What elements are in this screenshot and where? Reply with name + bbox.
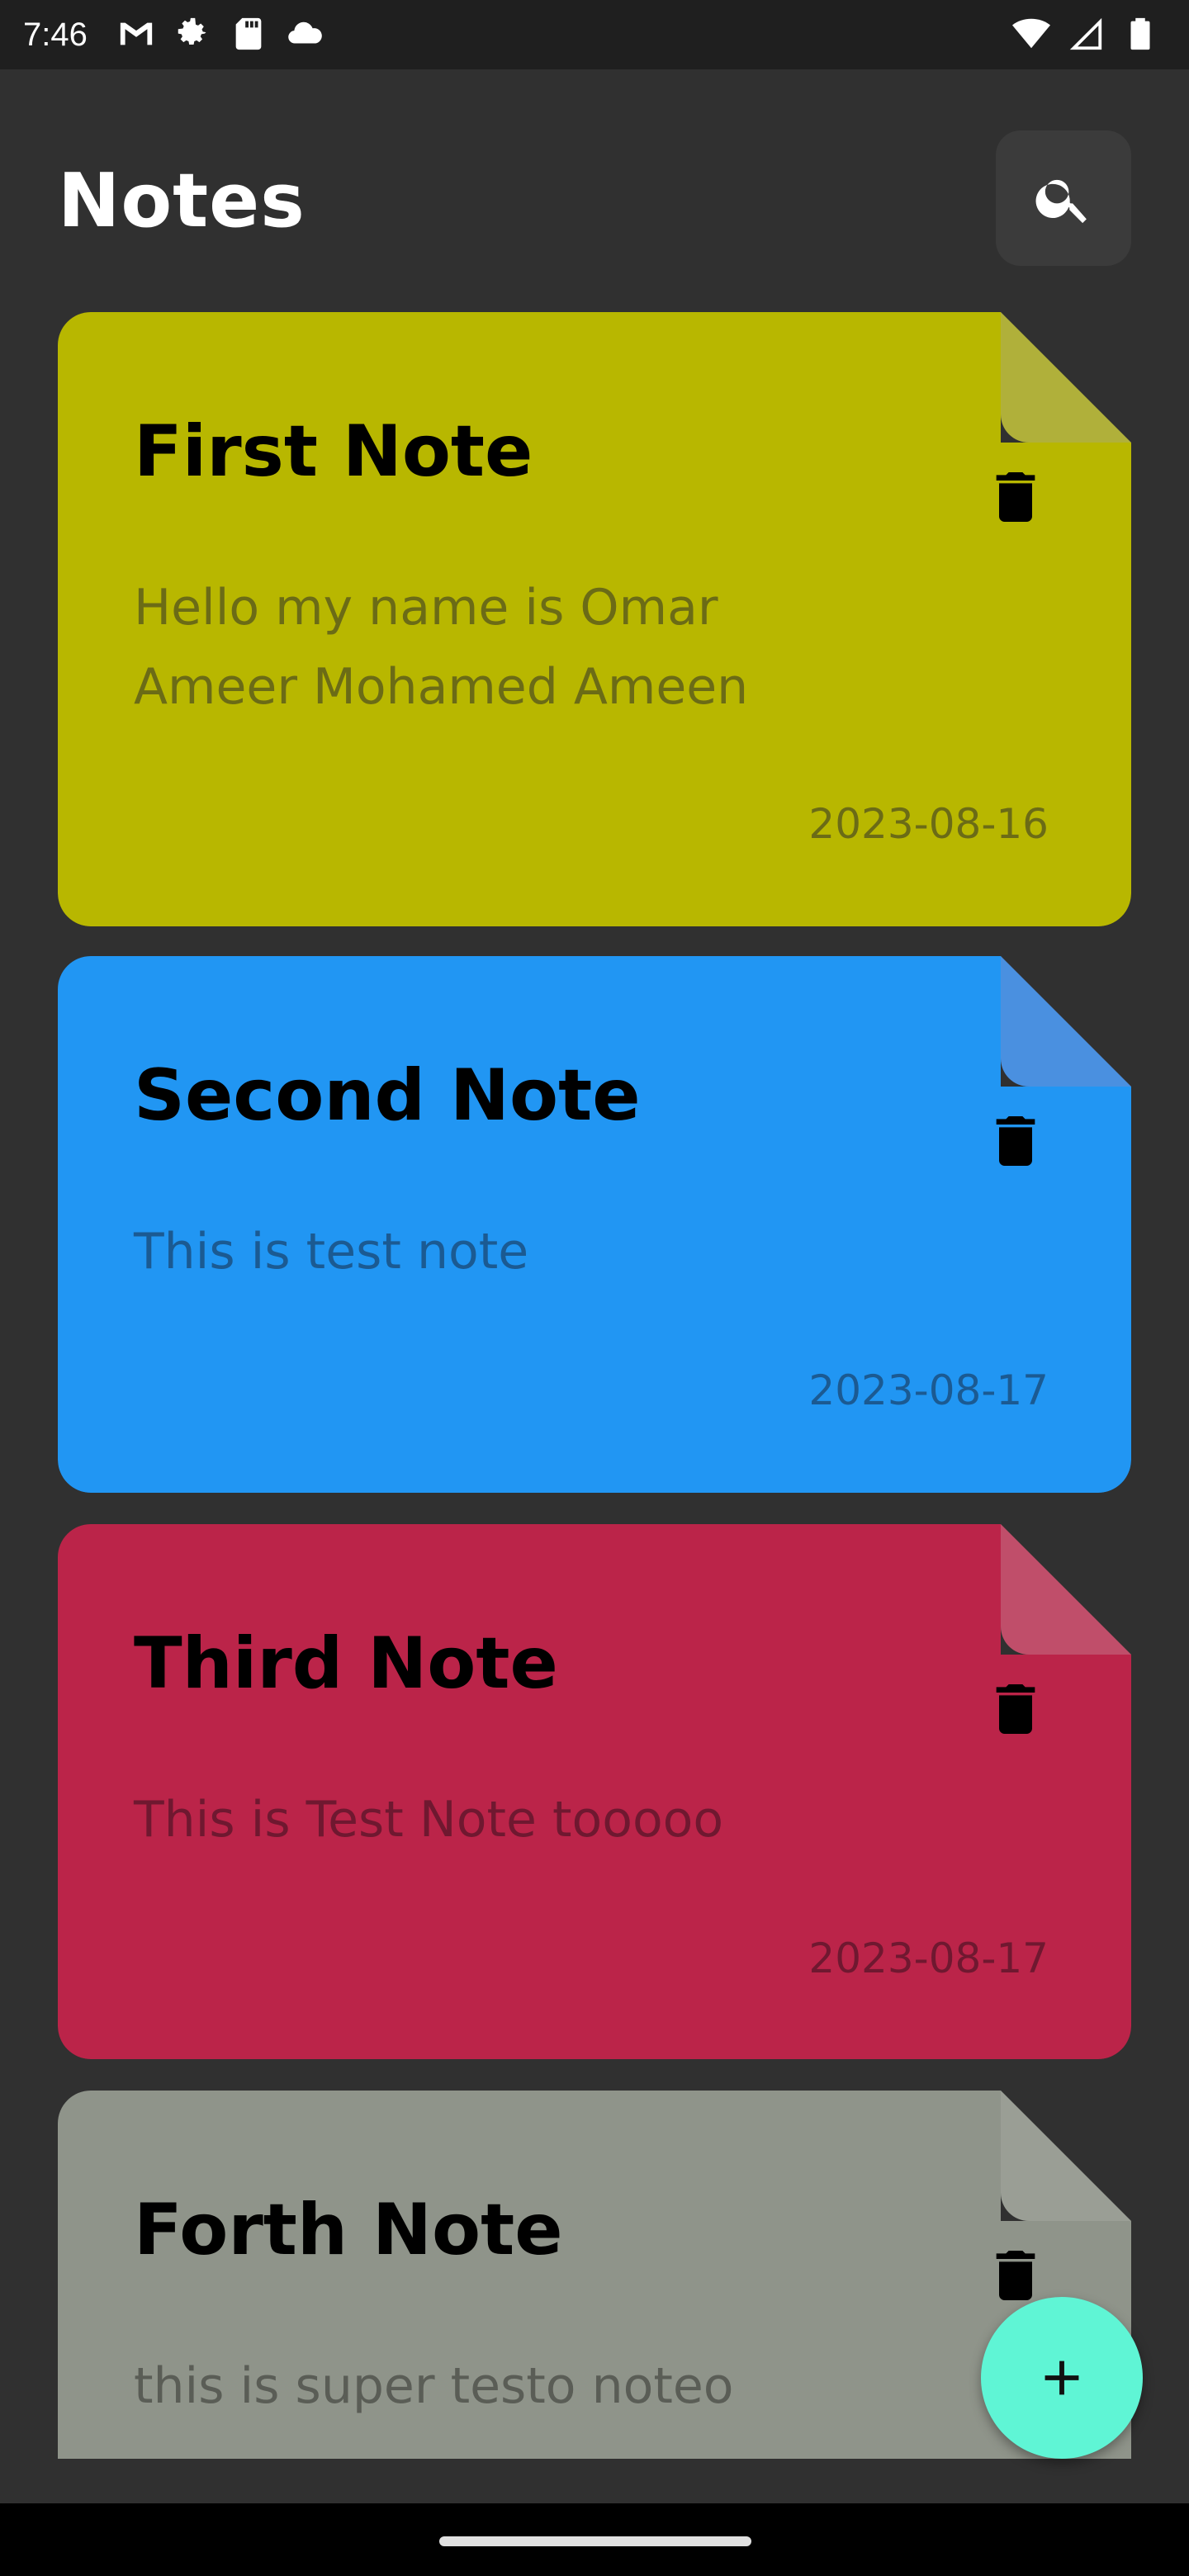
note-card[interactable]: Second Note This is test note 2023-08-17 — [58, 956, 1131, 1493]
status-icons-left — [116, 13, 325, 54]
sd-card-icon — [228, 13, 269, 54]
note-title: Third Note — [134, 1622, 558, 1705]
page-title: Notes — [58, 158, 306, 244]
note-card[interactable]: Third Note This is Test Note tooooo 2023… — [58, 1524, 1131, 2059]
trash-icon — [996, 472, 1035, 522]
note-card[interactable]: First Note Hello my name is Omar Ameer M… — [58, 312, 1131, 926]
plus-icon — [1045, 2361, 1079, 2395]
trash-icon — [996, 1116, 1035, 1166]
trash-icon — [996, 1684, 1035, 1734]
note-date: 2023-08-17 — [808, 1366, 1049, 1414]
delete-note-button[interactable] — [983, 457, 1049, 537]
status-bar: 7:46 — [0, 0, 1189, 69]
note-content: This is test note — [134, 1223, 529, 1281]
system-navigation-bar — [0, 2503, 1189, 2576]
note-content: this is super testo noteo — [134, 2357, 734, 2415]
note-title: Second Note — [134, 1054, 641, 1137]
note-title: First Note — [134, 410, 533, 493]
wifi-icon — [1011, 13, 1052, 54]
note-date: 2023-08-16 — [808, 800, 1049, 848]
app-bar: Notes — [0, 69, 1189, 309]
gmail-icon — [116, 13, 157, 54]
note-content: Hello my name is Omar Ameer Mohamed Amee… — [134, 579, 749, 716]
search-icon — [1035, 179, 1087, 224]
note-title: Forth Note — [134, 2189, 563, 2271]
note-card[interactable]: Forth Note this is super testo noteo — [58, 2091, 1131, 2459]
battery-icon — [1120, 13, 1161, 54]
status-time: 7:46 — [23, 17, 88, 53]
settings-gear-icon — [172, 13, 213, 54]
cell-signal-icon — [1065, 13, 1106, 54]
cloud-icon — [284, 13, 325, 54]
note-content: This is Test Note tooooo — [134, 1791, 724, 1849]
note-date: 2023-08-17 — [808, 1934, 1049, 1982]
add-note-button[interactable] — [981, 2297, 1143, 2459]
delete-note-button[interactable] — [983, 1669, 1049, 1749]
search-button[interactable] — [996, 130, 1131, 266]
delete-note-button[interactable] — [983, 1101, 1049, 1181]
status-icons-right — [1011, 13, 1161, 54]
home-gesture-handle[interactable] — [439, 2536, 751, 2546]
